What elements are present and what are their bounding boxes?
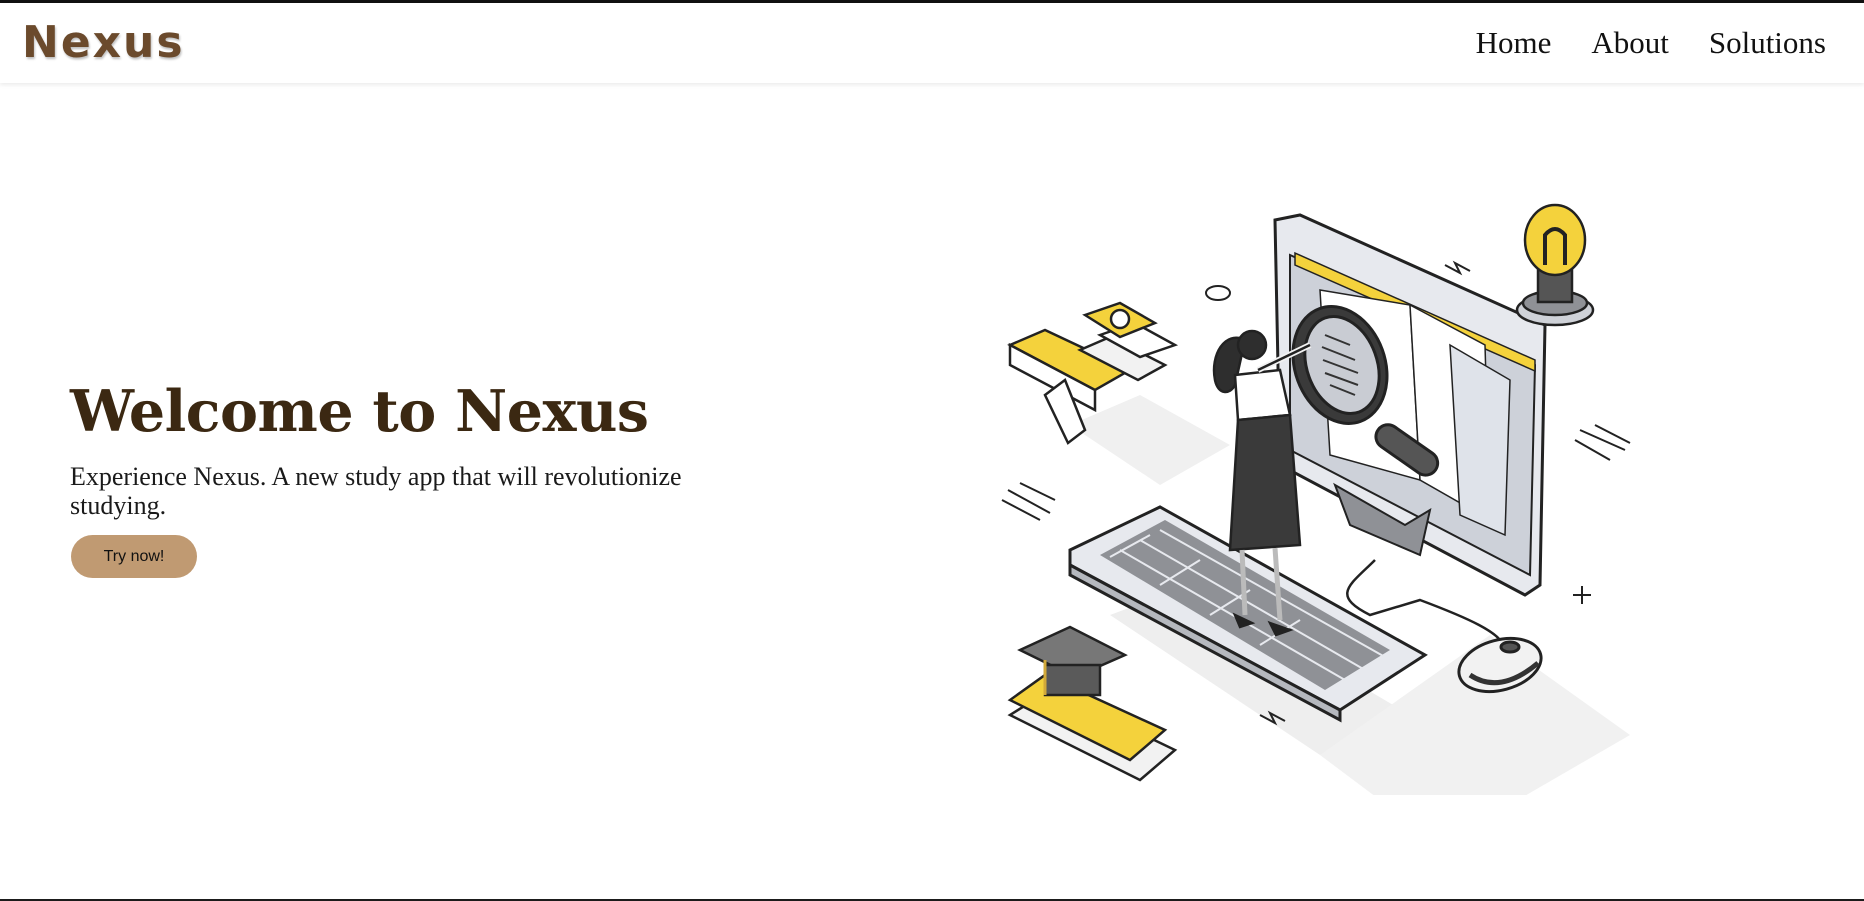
try-now-button[interactable]: Try now!: [71, 535, 197, 578]
lightbulb-icon: [1515, 203, 1595, 327]
study-illustration: [1001, 203, 1631, 795]
nav-home[interactable]: Home: [1476, 25, 1552, 61]
hero-subtitle: Experience Nexus. A new study app that w…: [70, 462, 682, 520]
nav-solutions[interactable]: Solutions: [1709, 25, 1826, 61]
hero-title: Welcome to Nexus: [70, 378, 649, 445]
logo[interactable]: Nexus: [22, 17, 185, 68]
nav-about[interactable]: About: [1591, 25, 1669, 61]
graduation-books-icon: [1007, 625, 1178, 782]
main-nav: Home About Solutions: [1476, 25, 1826, 61]
navbar: Nexus Home About Solutions: [0, 3, 1864, 83]
